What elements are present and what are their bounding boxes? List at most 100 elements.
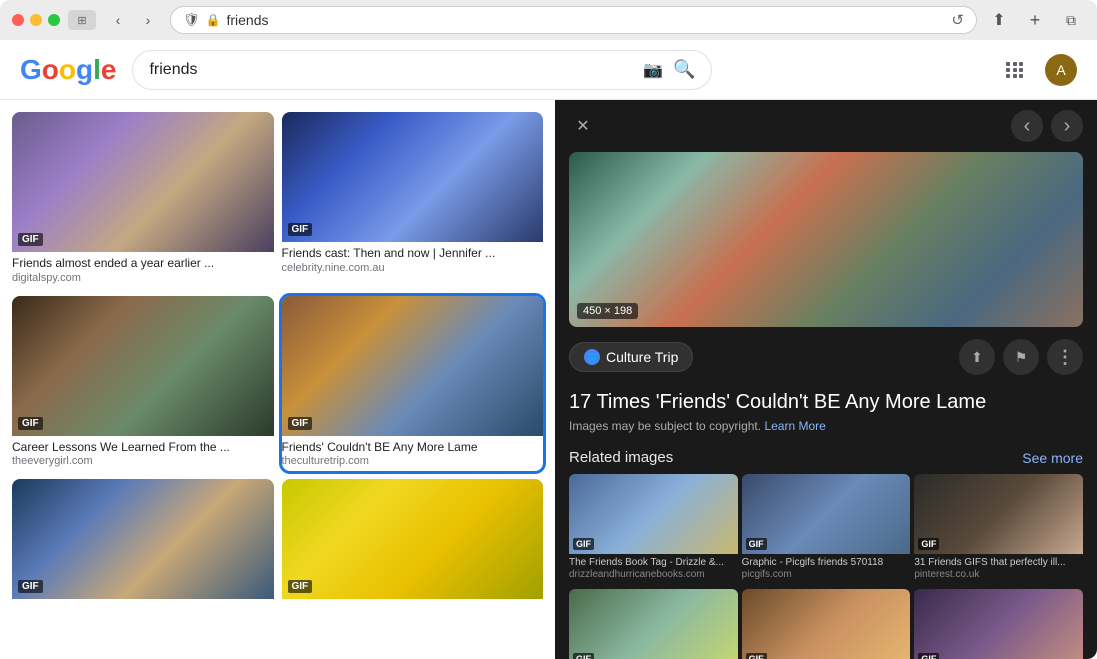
new-tab-button[interactable]: + [1021,6,1049,34]
gif-badge-6: GIF [288,580,313,593]
related-images-grid-2: GIF When Ross revealed that Rachel... pi… [569,589,1083,659]
image-thumb-5: GIF [12,479,274,599]
camera-icon[interactable]: 📷 [643,60,663,80]
image-info-4: Friends' Couldn't BE Any More Lame thecu… [282,436,544,472]
related-image-6: GIF [914,589,1083,659]
source-row: 🌐 Culture Trip ⬆ ⚑ ⋮ [569,339,1083,375]
related-card-title-1: The Friends Book Tag - Drizzle &... [569,557,738,569]
related-image-4: GIF [569,589,738,659]
panel-header: ✕ [555,100,1097,152]
avatar[interactable]: A [1045,54,1077,86]
image-card-4[interactable]: GIF Friends' Couldn't BE Any More Lame t… [282,296,544,472]
related-gif-badge-4: GIF [573,653,594,659]
related-card-title-2: Graphic - Picgifs friends 570118 [742,557,911,569]
image-placeholder-5 [12,479,274,599]
image-placeholder-4 [282,296,544,436]
tab-overview-button[interactable]: ⧉ [1057,6,1085,34]
related-card-6[interactable]: GIF Happy Thanksgiving Everyone! [914,589,1083,659]
see-more-button[interactable]: See more [1022,450,1083,466]
gif-badge-5: GIF [18,580,43,593]
minimize-window-button[interactable] [30,14,42,26]
related-header: Related images See more [569,449,1083,466]
image-placeholder-1 [12,112,274,252]
image-placeholder-6 [282,479,544,599]
related-images-grid-1: GIF The Friends Book Tag - Drizzle &... … [569,474,1083,583]
bookmark-button[interactable]: ⚑ [1003,339,1039,375]
related-gif-badge-2: GIF [746,538,767,550]
learn-more-link[interactable]: Learn More [764,419,825,433]
reload-button[interactable]: ↺ [951,11,964,29]
sidebar-toggle-button[interactable]: ⊞ [68,10,96,30]
google-search-bar[interactable]: 📷 🔍 [132,50,712,90]
related-images-title: Related images [569,449,673,466]
related-image-5: GIF [742,589,911,659]
logo-letter-l: l [93,54,101,86]
image-thumb-2: GIF [282,112,544,242]
search-input[interactable] [149,61,635,79]
gif-badge-4: GIF [288,417,313,430]
gif-badge-3: GIF [18,417,43,430]
image-card-5[interactable]: GIF [12,479,274,607]
search-icon[interactable]: 🔍 [673,59,695,80]
close-window-button[interactable] [12,14,24,26]
image-info-5 [12,599,274,607]
related-image-2: GIF [742,474,911,554]
more-options-button[interactable]: ⋮ [1047,339,1083,375]
image-card-3[interactable]: GIF Career Lessons We Learned From the .… [12,296,274,472]
related-gif-badge-1: GIF [573,538,594,550]
related-section: Related images See more GIF The Friends … [555,441,1097,659]
url-text: friends [226,12,268,28]
related-card-1[interactable]: GIF The Friends Book Tag - Drizzle &... … [569,474,738,583]
share-button[interactable]: ⬆ [959,339,995,375]
google-header: G o o g l e 📷 🔍 [0,40,1097,100]
logo-letter-o2: o [59,54,76,86]
related-card-3[interactable]: GIF 31 Friends GIFS that perfectly ill..… [914,474,1083,583]
copyright-note: Images may be subject to copyright. Lear… [569,419,1083,433]
image-card-6[interactable]: GIF [282,479,544,607]
image-source-1: digitalspy.com [12,272,274,284]
share-browser-button[interactable]: ⬆ [985,6,1013,34]
lock-icon: 🔒 [206,13,221,27]
next-image-button[interactable] [1051,110,1083,142]
apps-button[interactable] [997,52,1033,88]
header-actions: A [997,52,1077,88]
related-card-2[interactable]: GIF Graphic - Picgifs friends 570118 pic… [742,474,911,583]
page-content: G o o g l e 📷 🔍 [0,40,1097,659]
image-grid: GIF Friends almost ended a year earlier … [0,100,555,659]
image-info-6 [282,599,544,607]
prev-image-button[interactable] [1011,110,1043,142]
source-section: 🌐 Culture Trip ⬆ ⚑ ⋮ [555,327,1097,381]
related-info-3: 31 Friends GIFS that perfectly ill... pi… [914,554,1083,583]
image-card-1[interactable]: GIF Friends almost ended a year earlier … [12,112,274,288]
address-bar[interactable]: 🛡 🔒 friends ↺ [170,6,977,34]
related-card-source-3: pinterest.co.uk [914,569,1083,580]
gif-badge-1: GIF [18,233,43,246]
traffic-lights [12,14,60,26]
image-info-3: Career Lessons We Learned From the ... t… [12,436,274,472]
maximize-window-button[interactable] [48,14,60,26]
related-info-2: Graphic - Picgifs friends 570118 picgifs… [742,554,911,583]
apps-grid-icon [1006,62,1024,78]
image-card-2[interactable]: GIF Friends cast: Then and now | Jennife… [282,112,544,288]
image-thumb-4: GIF [282,296,544,436]
image-title-2: Friends cast: Then and now | Jennifer ..… [282,246,544,262]
close-panel-button[interactable]: ✕ [569,112,597,140]
related-card-source-1: drizzleandhurricanebooks.com [569,569,738,580]
related-card-4[interactable]: GIF When Ross revealed that Rachel... pi… [569,589,738,659]
related-card-5[interactable]: GIF [742,589,911,659]
image-dimensions: 450 × 198 [577,303,638,319]
browser-actions: ⬆ + ⧉ [985,6,1085,34]
panel-title-area: 17 Times 'Friends' Couldn't BE Any More … [555,381,1097,441]
image-source-4: theculturetrip.com [282,455,544,467]
image-info-1: Friends almost ended a year earlier ... … [12,252,274,288]
related-image-3: GIF [914,474,1083,554]
source-pill[interactable]: 🌐 Culture Trip [569,342,693,372]
forward-button[interactable]: › [134,6,162,34]
image-thumb-1: GIF [12,112,274,252]
search-icons: 📷 🔍 [643,59,695,80]
main-image-placeholder [569,152,1083,327]
logo-letter-o1: o [42,54,59,86]
back-button[interactable]: ‹ [104,6,132,34]
right-panel: ✕ 450 × 198 🌐 Culture [555,100,1097,659]
image-placeholder-2 [282,112,544,242]
